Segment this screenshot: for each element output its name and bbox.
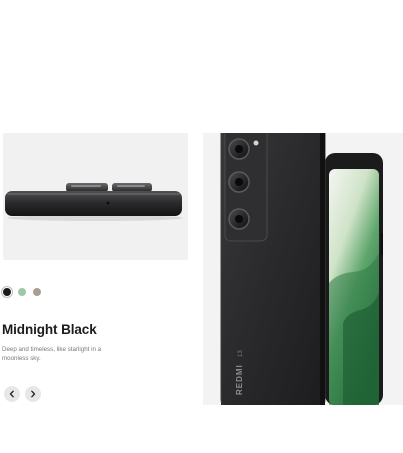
color-description: Deep and timeless, like starlight in a m… (2, 346, 102, 362)
brand-logo-text: REDMI (235, 364, 244, 395)
phone-hero-image: REDMI 13 (203, 133, 403, 405)
color-swatch-gold[interactable] (33, 288, 41, 296)
previous-button[interactable] (4, 386, 20, 402)
chevron-right-icon (31, 390, 36, 398)
color-swatch-midnight-black[interactable] (3, 288, 11, 296)
color-title: Midnight Black (2, 322, 97, 337)
phone-side-view-image (3, 133, 188, 260)
chevron-left-icon (9, 390, 14, 398)
color-swatch-green[interactable] (18, 288, 26, 296)
color-swatch-list (3, 288, 41, 296)
brand-model-suffix: 13 (238, 350, 244, 357)
phone-front-back-illustration: REDMI 13 (220, 133, 383, 405)
phone-side-illustration (5, 183, 183, 221)
next-button[interactable] (25, 386, 41, 402)
product-color-showcase: Midnight Black Deep and timeless, like s… (0, 0, 403, 453)
